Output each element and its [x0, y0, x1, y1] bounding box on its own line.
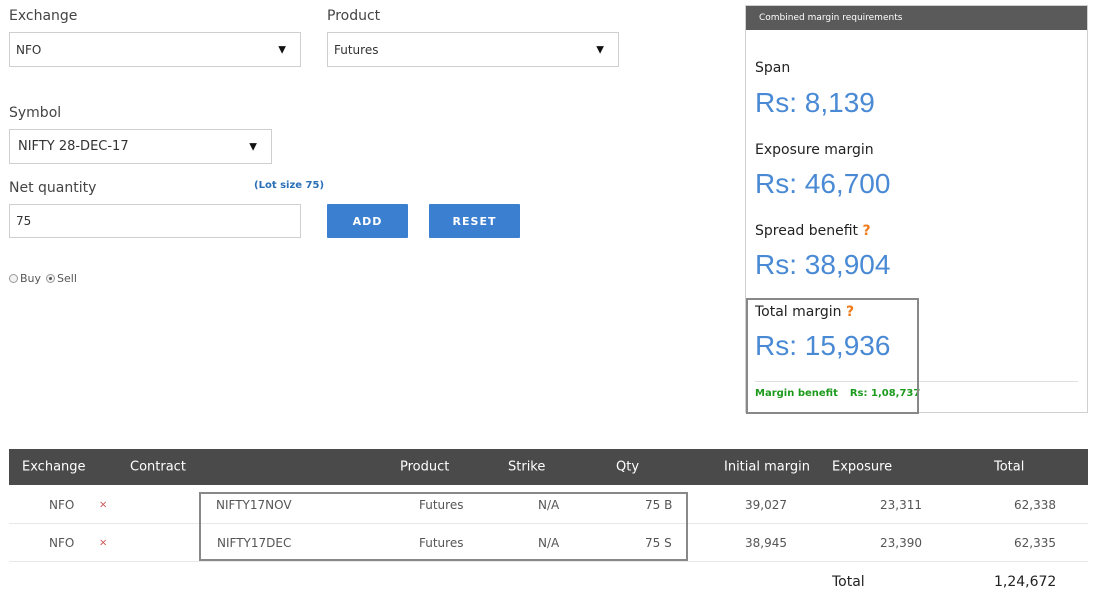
col-exposure: Exposure [832, 459, 893, 475]
sell-radio[interactable] [46, 274, 56, 283]
remove-icon[interactable]: × [99, 537, 107, 548]
symbol-select-value: NIFTY 28-DEC-17 [18, 139, 129, 154]
col-strike: Strike [508, 459, 546, 475]
span-value: Rs: 8,139 [755, 87, 875, 118]
chevron-down-icon: ▼ [249, 141, 257, 152]
symbol-select[interactable]: NIFTY 28-DEC-17 ▼ [9, 129, 272, 164]
col-exchange: Exchange [22, 459, 86, 475]
qty-label: Net quantity [9, 180, 97, 196]
spread-label-row: Spread benefit ? [755, 223, 871, 239]
col-total: Total [994, 459, 1025, 475]
col-contract: Contract [130, 459, 186, 475]
margin-panel-header: Combined margin requirements [746, 6, 1087, 30]
lot-size-note: (Lot size 75) [254, 180, 325, 191]
sell-label: Sell [57, 272, 77, 285]
exchange-select-value: NFO [16, 42, 42, 57]
qty-input[interactable]: 75 [9, 204, 301, 238]
qty-input-value: 75 [16, 214, 32, 228]
highlight-box [746, 298, 919, 414]
help-icon[interactable]: ? [863, 223, 871, 239]
row-exchange: NFO [49, 497, 75, 512]
spread-value: Rs: 38,904 [755, 249, 891, 280]
table-total-label: Total [832, 574, 865, 590]
spread-label: Spread benefit [755, 223, 859, 239]
highlight-box [199, 492, 688, 561]
col-qty: Qty [616, 459, 640, 475]
reset-button[interactable]: RESET [429, 204, 520, 238]
buy-radio[interactable] [9, 274, 18, 283]
chevron-down-icon: ▼ [596, 44, 604, 55]
span-label: Span [755, 60, 791, 76]
row-initial: 38,945 [745, 535, 787, 550]
buy-label: Buy [20, 272, 42, 285]
product-select[interactable]: Futures ▼ [327, 32, 619, 67]
exchange-label: Exchange [9, 8, 78, 24]
row-exchange: NFO [49, 535, 75, 550]
exposure-value: Rs: 46,700 [755, 168, 891, 199]
table-header: Exchange Contract Product Strike Qty Ini… [9, 449, 1088, 485]
chevron-down-icon: ▼ [278, 44, 286, 55]
row-exposure: 23,311 [880, 497, 922, 512]
col-product: Product [400, 459, 450, 475]
table-total-value: 1,24,672 [994, 574, 1057, 590]
remove-icon[interactable]: × [99, 499, 107, 510]
symbol-label: Symbol [9, 105, 62, 121]
add-button[interactable]: ADD [327, 204, 408, 238]
row-total: 62,338 [1014, 497, 1056, 512]
row-initial: 39,027 [745, 497, 787, 512]
row-exposure: 23,390 [880, 535, 922, 550]
row-total: 62,335 [1014, 535, 1056, 550]
side-radio-group: Buy Sell [9, 272, 77, 285]
exposure-label: Exposure margin [755, 142, 874, 158]
exchange-select[interactable]: NFO ▼ [9, 32, 301, 67]
product-select-value: Futures [334, 42, 379, 57]
col-initial-margin: Initial margin [724, 459, 810, 475]
product-label: Product [327, 8, 381, 24]
